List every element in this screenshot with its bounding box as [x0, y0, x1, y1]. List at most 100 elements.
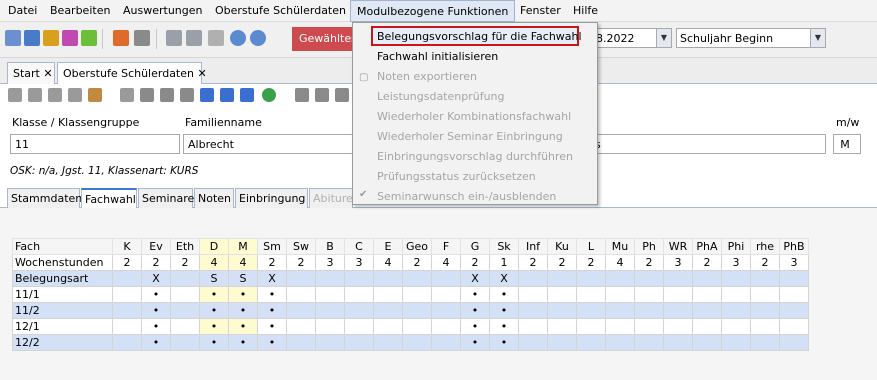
grid-cell[interactable]: 2	[257, 254, 287, 271]
grid-cell[interactable]	[779, 334, 809, 351]
grid-cell[interactable]: 3	[779, 254, 809, 271]
grid-cell[interactable]	[431, 318, 461, 335]
grid-cell[interactable]	[634, 302, 664, 319]
grid-cell[interactable]: 2	[141, 254, 171, 271]
grid-cell[interactable]: •	[489, 334, 519, 351]
grid-cell[interactable]: 4	[373, 254, 403, 271]
last-icon[interactable]	[240, 88, 254, 102]
grid-cell[interactable]: X	[257, 270, 287, 287]
grid-cell[interactable]	[344, 334, 374, 351]
grid-cell[interactable]	[692, 286, 722, 303]
save-all-icon[interactable]	[28, 88, 42, 102]
grid-cell[interactable]	[605, 334, 635, 351]
grid-cell[interactable]: •	[228, 302, 258, 319]
grid-cell[interactable]	[344, 270, 374, 287]
grid-cell[interactable]	[402, 334, 432, 351]
grid-cell[interactable]: •	[141, 318, 171, 335]
menu-bearbeiten[interactable]: Bearbeiten	[50, 4, 110, 17]
grid-cell[interactable]: X	[141, 270, 171, 287]
grid-cell[interactable]	[286, 334, 316, 351]
grid-cell[interactable]: •	[257, 302, 287, 319]
grid-cell[interactable]: 2	[692, 254, 722, 271]
grid-cell[interactable]: •	[228, 318, 258, 335]
grid-cell[interactable]: 4	[431, 254, 461, 271]
grid-cell[interactable]	[170, 270, 200, 287]
grid-cell[interactable]	[750, 318, 780, 335]
grid-cell[interactable]: •	[257, 334, 287, 351]
grid-cell[interactable]	[721, 270, 751, 287]
gender-field[interactable]: M	[833, 134, 861, 154]
undo-icon[interactable]	[48, 88, 62, 102]
folder-icon[interactable]	[120, 88, 134, 102]
grid-cell[interactable]	[286, 270, 316, 287]
grid-cell[interactable]	[663, 286, 693, 303]
grid-cell[interactable]	[547, 318, 577, 335]
grid-cell[interactable]	[170, 302, 200, 319]
transfer-icon[interactable]	[186, 30, 202, 46]
grid-cell[interactable]	[373, 302, 403, 319]
grid-cell[interactable]	[692, 318, 722, 335]
grid-cell[interactable]: •	[257, 286, 287, 303]
surname-field[interactable]: Albrecht	[183, 134, 353, 154]
grid-cell[interactable]: 4	[228, 254, 258, 271]
grid-cell[interactable]: X	[489, 270, 519, 287]
grid-cell[interactable]: 1	[489, 254, 519, 271]
bus-icon[interactable]	[24, 30, 40, 46]
grid-cell[interactable]	[576, 270, 606, 287]
tab-seminare[interactable]: Seminare	[138, 188, 194, 208]
tab-noten[interactable]: Noten	[194, 188, 234, 208]
grid-cell[interactable]	[605, 302, 635, 319]
tab-oberstufe-schuelerdaten[interactable]: Oberstufe Schülerdaten ✕	[57, 62, 207, 85]
grid-cell[interactable]: •	[460, 318, 490, 335]
grid-cell[interactable]: 2	[518, 254, 548, 271]
menu-oberstufe-schuelerdaten[interactable]: Oberstufe Schülerdaten	[215, 4, 346, 17]
grid-cell[interactable]: 2	[112, 254, 142, 271]
grid-cell[interactable]: •	[460, 302, 490, 319]
grid-cell[interactable]	[750, 334, 780, 351]
grid-cell[interactable]	[373, 286, 403, 303]
teachers-icon[interactable]	[43, 30, 59, 46]
grid-cell[interactable]	[344, 286, 374, 303]
grid-cell[interactable]	[431, 286, 461, 303]
info-icon[interactable]	[230, 30, 246, 46]
grid-cell[interactable]	[605, 286, 635, 303]
grid-cell[interactable]	[634, 286, 664, 303]
grid-cell[interactable]	[779, 286, 809, 303]
grid-cell[interactable]: 2	[750, 254, 780, 271]
dd-fachwahl-initialisieren[interactable]: Fachwahl initialisieren	[377, 50, 498, 63]
grid-cell[interactable]: •	[257, 318, 287, 335]
grid-cell[interactable]	[576, 302, 606, 319]
grid-cell[interactable]	[721, 334, 751, 351]
grid-cell[interactable]	[547, 302, 577, 319]
grid-cell[interactable]	[518, 270, 548, 287]
grid-cell[interactable]: •	[199, 302, 229, 319]
grid-row-label[interactable]: Belegungsart	[12, 270, 113, 287]
grid-cell[interactable]	[315, 318, 345, 335]
grid-cell[interactable]	[373, 334, 403, 351]
grid-cell[interactable]: 2	[460, 254, 490, 271]
grid-cell[interactable]	[315, 302, 345, 319]
grid-cell[interactable]	[112, 334, 142, 351]
grid-cell[interactable]	[576, 334, 606, 351]
grid-cell[interactable]	[663, 270, 693, 287]
grid-row-label[interactable]: 11/1	[12, 286, 113, 303]
next-icon[interactable]	[200, 88, 214, 102]
grid-cell[interactable]	[112, 318, 142, 335]
grid-cell[interactable]: 2	[576, 254, 606, 271]
grid-cell[interactable]	[605, 270, 635, 287]
grid-cell[interactable]	[112, 286, 142, 303]
grid-cell[interactable]	[576, 286, 606, 303]
tab-fachwahl[interactable]: Fachwahl	[81, 188, 137, 209]
grid-cell[interactable]	[315, 334, 345, 351]
tab-einbringung[interactable]: Einbringung	[235, 188, 308, 208]
tab-start[interactable]: Start ✕	[7, 62, 55, 84]
grid-cell[interactable]: •	[199, 318, 229, 335]
grid-cell[interactable]: 2	[634, 254, 664, 271]
grid-cell[interactable]: 2	[402, 254, 432, 271]
grid-cell[interactable]	[286, 302, 316, 319]
grid-cell[interactable]: •	[141, 302, 171, 319]
copy-icon[interactable]	[166, 30, 182, 46]
grid-cell[interactable]: •	[489, 302, 519, 319]
grid-cell[interactable]	[692, 270, 722, 287]
grid-cell[interactable]	[721, 318, 751, 335]
